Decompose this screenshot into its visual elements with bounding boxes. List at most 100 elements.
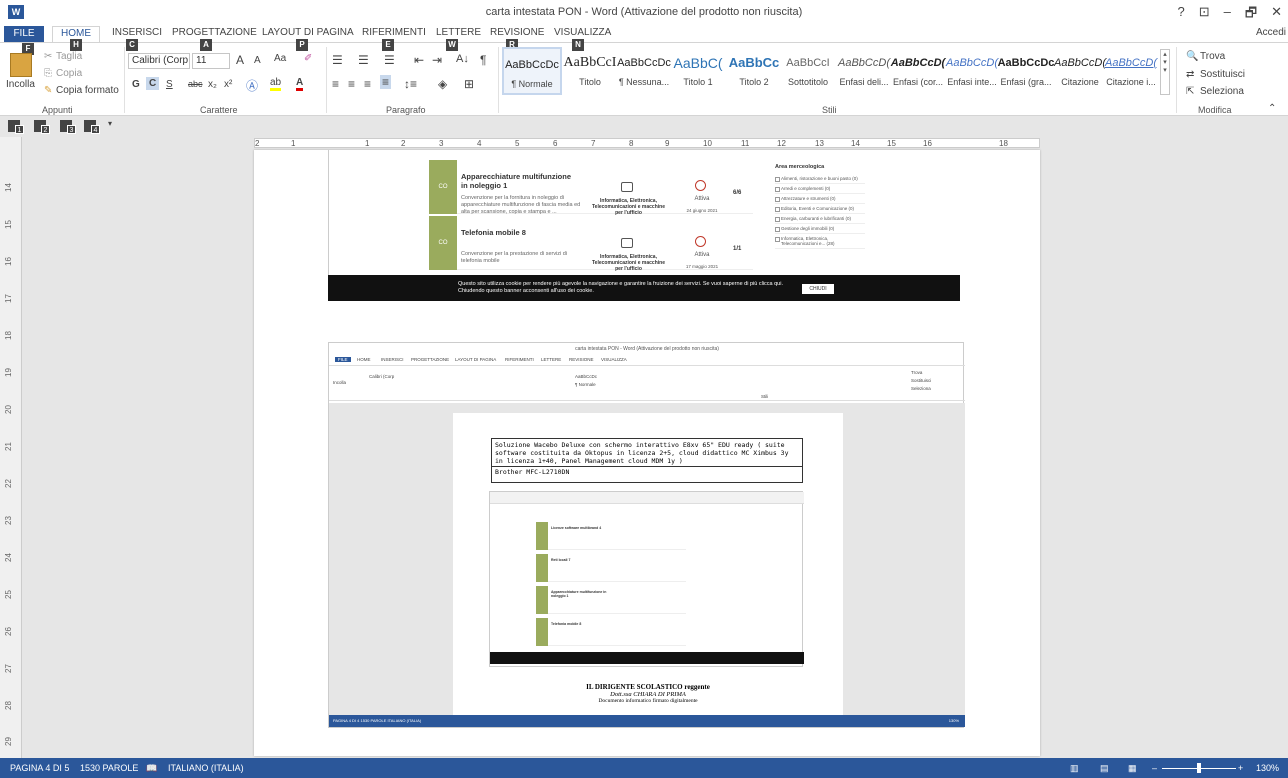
proofing-icon[interactable]: 📖 xyxy=(146,763,157,774)
style-name: ¶ Normale xyxy=(511,79,553,89)
word-count[interactable]: 1530 PAROLE xyxy=(80,763,138,773)
redo-icon[interactable]: 3 xyxy=(60,120,76,134)
ribbon-display-icon[interactable]: ⊡ xyxy=(1199,4,1210,26)
ruler-number: 16 xyxy=(3,257,13,266)
format-painter-button[interactable]: Copia formato xyxy=(56,85,119,96)
borders-icon[interactable]: ⊞ xyxy=(464,77,474,91)
nested-tab: RIFERIMENTI xyxy=(505,357,534,362)
style-nessuna-spaziatura[interactable]: AaBbCcDc ¶ Nessuna... xyxy=(614,47,674,95)
replace-button[interactable]: Sostituisci xyxy=(1200,69,1245,80)
text-effects-icon[interactable]: Ⓐ xyxy=(246,77,258,94)
clear-format-icon[interactable]: ✐ xyxy=(304,53,312,64)
numbering-icon[interactable]: ☰ xyxy=(358,53,369,67)
print-layout-icon[interactable]: ▤ xyxy=(1100,763,1109,774)
italic-button[interactable]: C xyxy=(146,77,160,90)
ruler-number: 4 xyxy=(477,139,482,148)
font-size-combo[interactable]: 11 xyxy=(192,53,230,69)
strikethrough-button[interactable]: abc xyxy=(188,79,203,89)
zoom-slider-thumb[interactable] xyxy=(1197,763,1201,773)
style-enfasi-corsivo[interactable]: AaBbCcD( Enfasi (cor... xyxy=(888,47,948,95)
ruler-number: 6 xyxy=(553,139,558,148)
nested-document-area: Soluzione Wacebo Deluxe con schermo inte… xyxy=(329,403,965,715)
style-enfasi-intensa[interactable]: AaBbCcD( Enfasi inte... xyxy=(942,47,1002,95)
font-name-combo[interactable]: Calibri (Corp xyxy=(128,53,190,69)
tab-layout-di-pagina[interactable]: LAYOUT DI PAGINA xyxy=(262,27,354,38)
find-button[interactable]: Trova xyxy=(1200,51,1225,62)
page-count[interactable]: PAGINA 4 DI 5 xyxy=(10,763,69,773)
copy-button[interactable]: Copia xyxy=(56,68,82,79)
read-mode-icon[interactable]: ▥ xyxy=(1070,763,1079,774)
tab-inserisci[interactable]: INSERISCI xyxy=(112,27,162,38)
nested-page: Soluzione Wacebo Deluxe con schermo inte… xyxy=(453,413,843,715)
customize-icon[interactable]: 4 xyxy=(84,120,100,134)
nested-website-screenshot: Licenze software multibrand 4 Reti local… xyxy=(489,491,804,667)
highlight-icon[interactable]: ab xyxy=(270,77,282,91)
shading-icon[interactable]: ◈ xyxy=(438,77,447,91)
zoom-in-button[interactable]: + xyxy=(1238,763,1243,773)
style-titolo-1[interactable]: AaBbC( Titolo 1 xyxy=(668,47,728,95)
subscript-button[interactable]: x₂ xyxy=(208,79,217,90)
align-left-icon[interactable]: ≡ xyxy=(332,77,339,91)
language[interactable]: ITALIANO (ITALIA) xyxy=(168,763,244,773)
style-sottotitolo[interactable]: AaBbCcI Sottotitolo xyxy=(778,47,838,95)
change-case-button[interactable]: Aa xyxy=(274,53,286,64)
style-titolo-2[interactable]: AaBbCc Titolo 2 xyxy=(724,47,784,95)
account-link[interactable]: Accedi xyxy=(1256,27,1286,38)
tab-lettere[interactable]: LETTERE xyxy=(436,27,481,38)
style-citazione[interactable]: AaBbCcD( Citazione xyxy=(1050,47,1110,95)
zoom-out-button[interactable]: – xyxy=(1152,763,1157,773)
web-layout-icon[interactable]: ▦ xyxy=(1128,763,1137,774)
filter-item: Attrezzature e strumenti (0) xyxy=(775,194,865,204)
ruler-number: 14 xyxy=(851,139,860,148)
ruler-number: 12 xyxy=(777,139,786,148)
binoculars-icon: 🔍 xyxy=(1186,51,1199,62)
sort-icon[interactable]: A↓ xyxy=(456,53,469,65)
help-icon[interactable]: ? xyxy=(1178,4,1185,26)
qat-dropdown-icon[interactable]: ▾ xyxy=(108,119,112,128)
collapse-ribbon-icon[interactable]: ⌃ xyxy=(1268,103,1276,114)
restore-icon[interactable]: 🗗 xyxy=(1245,4,1257,26)
bold-button[interactable]: G xyxy=(132,79,140,90)
group-separator xyxy=(124,47,125,113)
style-titolo[interactable]: AaBbCcI Titolo xyxy=(560,47,620,95)
increase-indent-icon[interactable]: ⇥ xyxy=(432,53,442,67)
multilevel-list-icon[interactable]: ☰ xyxy=(384,53,395,67)
zoom-level[interactable]: 130% xyxy=(1256,763,1279,773)
undo-icon[interactable]: 2 xyxy=(34,120,50,134)
superscript-button[interactable]: x² xyxy=(224,79,232,90)
decrease-indent-icon[interactable]: ⇤ xyxy=(414,53,424,67)
style-citazione-intensa[interactable]: AaBbCcD( Citazione i... xyxy=(1104,47,1158,95)
tab-progettazione[interactable]: PROGETTAZIONE xyxy=(172,27,257,38)
justify-icon[interactable]: ≡ xyxy=(380,75,392,89)
minimize-icon[interactable]: – xyxy=(1224,4,1231,26)
align-right-icon[interactable]: ≡ xyxy=(364,77,371,91)
line-spacing-icon[interactable]: ↕≡ xyxy=(404,77,417,91)
tab-file[interactable]: FILE xyxy=(4,26,44,42)
grow-font-button[interactable]: A xyxy=(236,53,244,67)
nested-tabs: FILE HOME INSERISCI PROGETTAZIONE LAYOUT… xyxy=(329,355,965,365)
paste-button[interactable]: Incolla xyxy=(6,79,35,90)
close-icon[interactable]: ✕ xyxy=(1271,4,1282,26)
style-enfasi-grassetto[interactable]: AaBbCcDc Enfasi (gra... xyxy=(996,47,1056,95)
ruler-number: 28 xyxy=(3,701,13,710)
tab-revisione[interactable]: REVISIONE xyxy=(490,27,544,38)
font-color-icon[interactable]: A xyxy=(296,77,304,91)
list-item: Apparecchiature multifunzione in noleggi… xyxy=(536,586,686,614)
style-name: Enfasi (cor... xyxy=(892,77,944,87)
tab-riferimenti[interactable]: RIFERIMENTI xyxy=(362,27,426,38)
styles-scroll[interactable]: ▴ ▾ ▾ xyxy=(1160,49,1170,95)
align-center-icon[interactable]: ≡ xyxy=(348,77,355,91)
tab-visualizza[interactable]: VISUALIZZA xyxy=(554,27,611,38)
document-page[interactable]: CO Apparecchiature multifunzione in nole… xyxy=(254,150,1040,756)
shrink-font-button[interactable]: A xyxy=(254,55,261,66)
cut-button[interactable]: Taglia xyxy=(56,51,82,62)
style-normale[interactable]: AaBbCcDc ¶ Normale xyxy=(502,47,562,95)
card-date: 24 giugno 2021 xyxy=(686,208,718,213)
select-button[interactable]: Seleziona xyxy=(1200,86,1244,97)
bullets-icon[interactable]: ☰ xyxy=(332,53,343,67)
show-marks-button[interactable]: ¶ xyxy=(480,53,486,67)
paste-icon[interactable] xyxy=(10,53,32,77)
underline-button[interactable]: S xyxy=(166,79,173,90)
save-icon[interactable]: 1 xyxy=(8,120,24,134)
style-enfasi-delicata[interactable]: AaBbCcD( Enfasi deli... xyxy=(834,47,894,95)
